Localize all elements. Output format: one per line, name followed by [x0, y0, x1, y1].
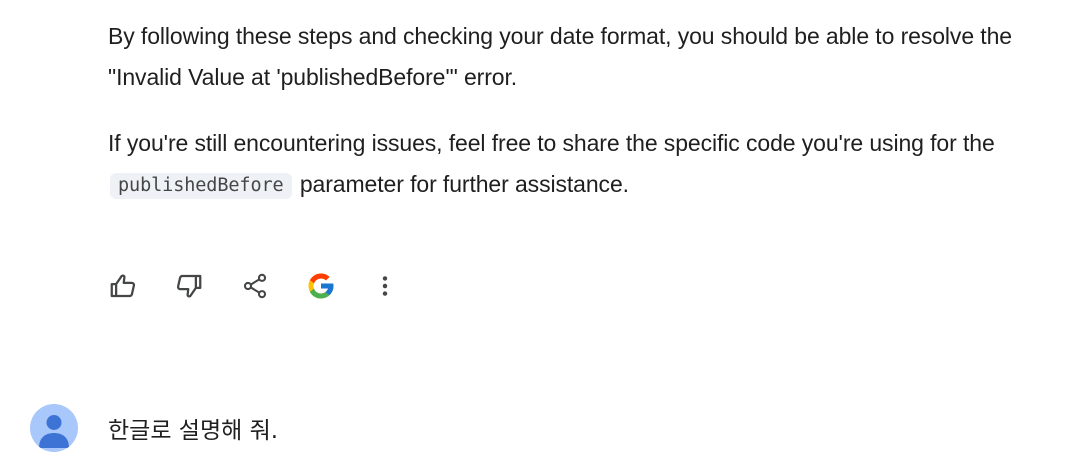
inline-code: publishedBefore [110, 173, 292, 199]
paragraph-text: If you're still encountering issues, fee… [108, 130, 995, 156]
thumb-down-icon [176, 274, 202, 298]
user-prompt: 한글로 설명해 줘. [30, 404, 278, 452]
more-options-button[interactable] [368, 269, 402, 303]
response-actions-bar [106, 266, 402, 306]
share-icon [243, 273, 267, 299]
more-vert-icon [382, 276, 388, 296]
response-paragraph: If you're still encountering issues, fee… [108, 123, 1058, 205]
thumb-down-button[interactable] [172, 269, 206, 303]
google-search-button[interactable] [304, 269, 338, 303]
google-icon [308, 273, 334, 299]
share-button[interactable] [238, 269, 272, 303]
avatar [30, 404, 78, 452]
thumb-up-icon [110, 274, 136, 298]
paragraph-text: parameter for further assistance. [293, 171, 629, 197]
user-prompt-text: 한글로 설명해 줘. [108, 418, 279, 444]
response-paragraph: By following these steps and checking yo… [108, 23, 1012, 90]
user-avatar-icon [39, 415, 69, 448]
thumb-up-button[interactable] [106, 269, 140, 303]
